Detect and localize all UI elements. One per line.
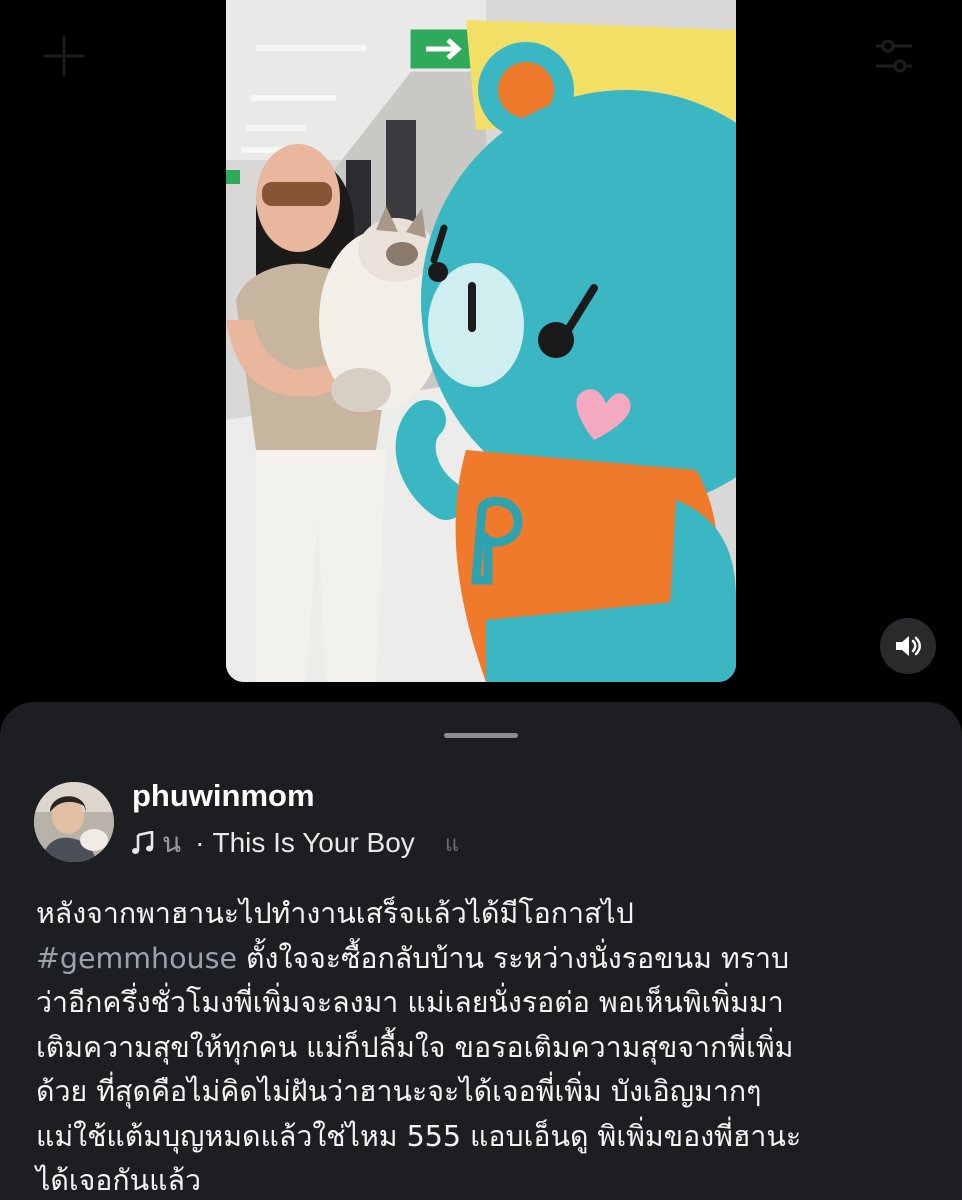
avatar[interactable] [34,782,114,862]
exit-sign-icon [407,26,475,72]
music-title: This Is Your Boy [212,827,415,858]
music-note-icon [132,831,154,855]
caption-sheet: phuwinmom น · This Is Your Boy แ หลังจาก… [0,702,962,1200]
music-separator: · [195,827,205,858]
reel-media[interactable] [226,0,736,682]
caption-body: ตั้งใจจะซื้อกลับบ้าน ระหว่างนั่งรอขนม ทร… [36,941,802,1198]
sheet-grabber[interactable] [444,733,518,738]
music-prev-fragment: น [162,827,182,858]
settings-icon[interactable] [868,30,920,82]
create-plus-icon[interactable] [38,30,90,82]
speaker-volume-icon[interactable] [880,618,936,674]
music-next-fragment: แ [444,830,459,856]
username[interactable]: phuwinmom [132,778,315,814]
post-caption: หลังจากพาฮานะไปทำงานเสร็จแล้วได้มีโอกาสไ… [36,892,926,1200]
music-attribution[interactable]: น · This Is Your Boy แ [132,826,459,860]
hashtag-link[interactable]: #gemmhouse [36,942,237,975]
caption-line-1: หลังจากพาฮานะไปทำงานเสร็จแล้วได้มีโอกาสไ… [36,897,634,930]
reel-viewer: phuwinmom น · This Is Your Boy แ หลังจาก… [0,0,962,1200]
